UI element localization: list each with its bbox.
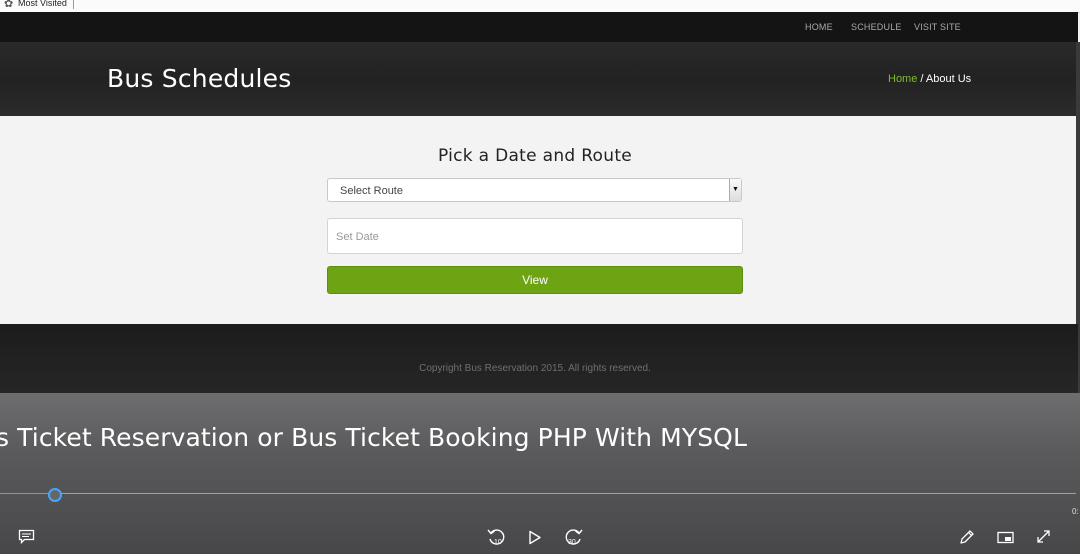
page-title: Bus Schedules [107,64,292,93]
video-title: s Ticket Reservation or Bus Ticket Booki… [0,423,747,452]
page-header: Bus Schedules Home / About Us [0,42,1078,116]
top-navigation: HOME SCHEDULE VISIT SITE [0,12,1078,42]
gear-icon[interactable]: ✿ [4,0,13,10]
breadcrumb-home-link[interactable]: Home [888,73,917,85]
breadcrumb-separator: / [917,73,926,85]
pen-icon[interactable] [958,529,975,546]
captions-icon[interactable] [18,529,35,544]
schedule-form-section: Pick a Date and Route Select Route ▼ Set… [0,116,1076,324]
fullscreen-icon[interactable] [1035,528,1052,545]
chevron-down-icon[interactable]: ▼ [729,179,741,201]
view-button[interactable]: View [327,266,743,294]
route-select[interactable]: Select Route ▼ [327,178,742,202]
nav-home[interactable]: HOME [805,22,833,32]
seek-bar-progress [0,493,48,494]
breadcrumb: Home / About Us [888,73,971,85]
forward-30-icon[interactable]: 30 [564,527,584,547]
video-player-overlay: s Ticket Reservation or Bus Ticket Booki… [0,393,1080,554]
route-select-value: Select Route [340,185,403,197]
seek-bar[interactable] [0,493,1076,494]
forward-seconds-label: 30 [568,539,576,546]
play-icon[interactable] [528,530,542,545]
bookmark-divider [73,0,74,9]
site-footer: Copyright Bus Reservation 2015. All righ… [0,324,1078,393]
nav-schedule[interactable]: SCHEDULE [851,22,902,32]
date-input-placeholder: Set Date [336,231,379,243]
timecode: 0: [1072,507,1079,516]
rewind-seconds-label: 10 [494,539,502,546]
date-input[interactable]: Set Date [327,218,743,254]
rewind-10-icon[interactable]: 10 [486,527,506,547]
form-heading: Pick a Date and Route [437,146,633,166]
nav-visit-site[interactable]: VISIT SITE [914,22,961,32]
seek-thumb[interactable] [48,488,62,502]
most-visited-bookmark[interactable]: Most Visited [18,0,67,8]
miniplayer-icon[interactable] [997,531,1014,544]
copyright-text: Copyright Bus Reservation 2015. All righ… [419,363,651,374]
breadcrumb-current: About Us [925,73,972,85]
